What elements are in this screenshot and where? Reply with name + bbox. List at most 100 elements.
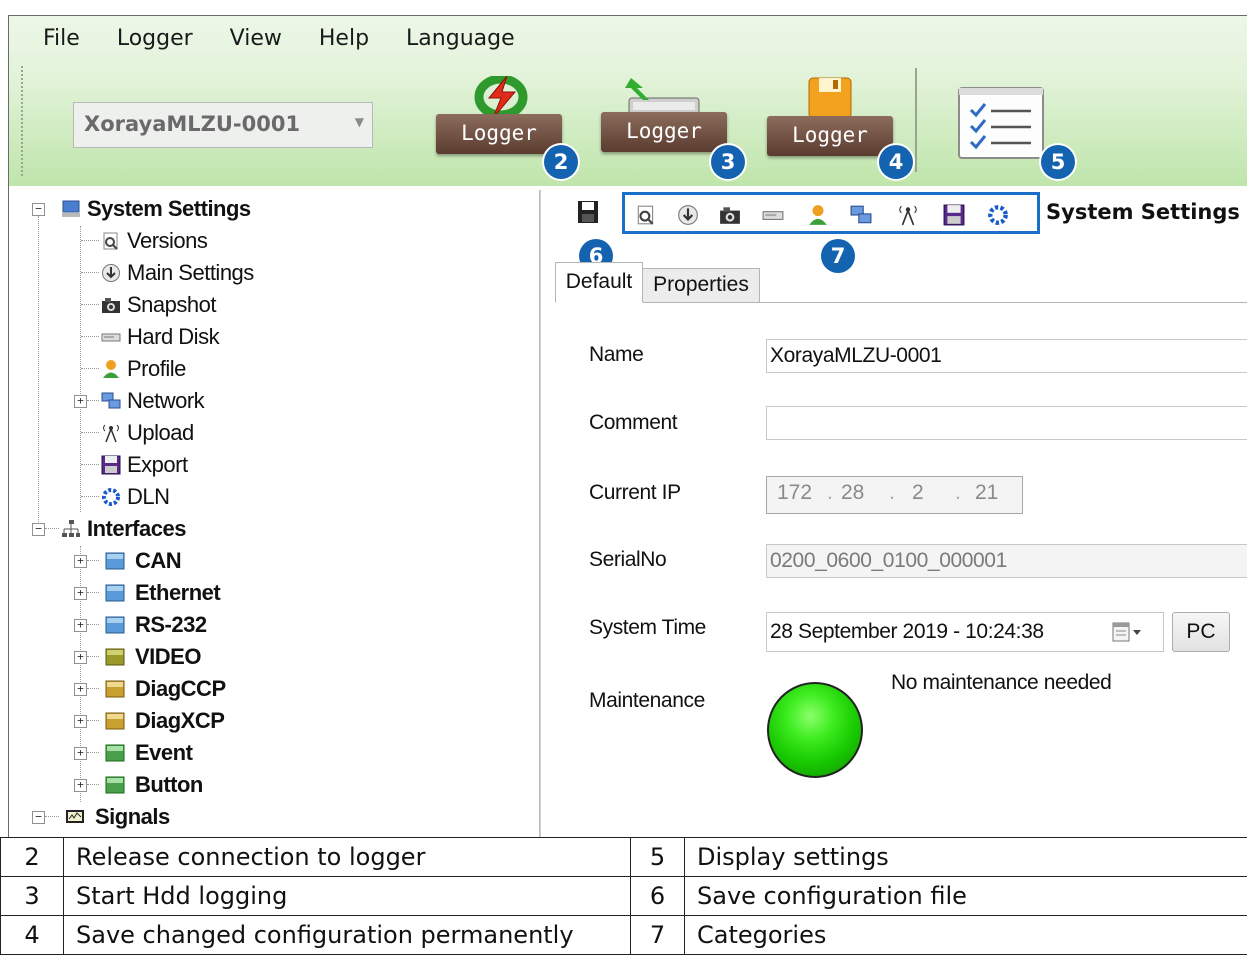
comment-field[interactable] — [766, 406, 1247, 440]
tree-item-versions[interactable]: Versions — [101, 226, 208, 256]
interface-green-icon — [105, 744, 125, 762]
ip-octet: 28 — [841, 481, 865, 504]
tree-item-profile[interactable]: Profile — [101, 354, 186, 384]
logger-app-window: File Logger View Help Language XorayaMLZ… — [8, 15, 1247, 838]
tree-item-ethernet[interactable]: Ethernet — [101, 578, 221, 608]
display-settings-button[interactable] — [957, 86, 1047, 162]
expand-ethernet[interactable]: + — [74, 587, 87, 600]
start-hdd-logging-label: Logger — [626, 119, 702, 143]
tree-item-snapshot[interactable]: Snapshot — [101, 290, 216, 320]
ip-octet: 172 — [777, 481, 813, 504]
hierarchy-icon — [62, 520, 80, 537]
start-hdd-logging-button[interactable]: Logger — [601, 76, 731, 156]
expand-can[interactable]: + — [74, 555, 87, 568]
tab-properties[interactable]: Properties — [643, 268, 760, 302]
expand-event[interactable]: + — [74, 747, 87, 760]
camera-icon[interactable] — [719, 204, 741, 226]
menu-file[interactable]: File — [43, 26, 80, 51]
expand-video[interactable]: + — [74, 651, 87, 664]
tree-item-system-settings[interactable]: System Settings — [61, 194, 251, 224]
tree-item-diagxcp[interactable]: DiagXCP — [101, 706, 225, 736]
expand-button[interactable]: + — [74, 779, 87, 792]
legend-table: 2 Release connection to logger 5 Display… — [0, 837, 1247, 955]
interface-green-icon — [105, 776, 125, 794]
tree-item-rs232[interactable]: RS-232 — [101, 610, 207, 640]
tree-item-export[interactable]: Export — [101, 450, 188, 480]
save-configuration-file-button[interactable] — [577, 200, 599, 224]
legend-number: 3 — [0, 876, 64, 916]
interface-gold-icon — [105, 680, 125, 698]
toolbar-grip — [21, 66, 26, 176]
download-circle-icon[interactable] — [677, 204, 699, 226]
signals-monitor-icon — [66, 810, 84, 823]
calendar-dropdown-icon[interactable] — [1110, 619, 1144, 645]
chevron-down-icon: ▼ — [354, 115, 364, 129]
gear-icon[interactable] — [987, 204, 1009, 226]
serial-field: 0200_0600_0100_000001 — [766, 544, 1247, 578]
collapse-system-settings[interactable]: − — [32, 203, 45, 216]
menu-view[interactable]: View — [230, 26, 282, 51]
maintenance-label: Maintenance — [589, 689, 705, 712]
tree-item-network[interactable]: Network — [101, 386, 205, 416]
menu-language[interactable]: Language — [406, 26, 515, 51]
floppy-disk-icon — [101, 455, 121, 475]
panel-title: System Settings — [1046, 200, 1240, 224]
callout-badge-4: 4 — [879, 145, 913, 179]
tree-item-hard-disk[interactable]: Hard Disk — [101, 322, 220, 352]
device-select[interactable]: XorayaMLZU-0001 ▼ — [73, 102, 373, 148]
interface-blue-icon — [105, 616, 125, 634]
tree-item-event[interactable]: Event — [101, 738, 193, 768]
collapse-signals[interactable]: − — [32, 811, 45, 824]
release-connection-button[interactable]: Logger — [436, 76, 566, 156]
name-field[interactable]: XorayaMLZU-0001 — [766, 339, 1247, 373]
table-row: 4 Save changed configuration permanently… — [0, 915, 1247, 955]
maintenance-status-text: No maintenance needed — [891, 671, 1112, 694]
collapse-interfaces[interactable]: − — [32, 523, 45, 536]
legend-number: 6 — [630, 876, 685, 916]
serial-label: SerialNo — [589, 548, 667, 571]
tree-item-upload[interactable]: Upload — [101, 418, 194, 448]
expand-rs232[interactable]: + — [74, 619, 87, 632]
tree-item-main-settings[interactable]: Main Settings — [101, 258, 254, 288]
tree-item-video[interactable]: VIDEO — [101, 642, 201, 672]
tree-item-dln[interactable]: DLN — [101, 482, 170, 512]
legend-description: Save configuration file — [684, 876, 1247, 916]
navigation-tree: − System Settings Versions Main Settings… — [9, 190, 540, 838]
computer-icon — [62, 200, 80, 217]
tab-default[interactable]: Default — [555, 262, 643, 303]
set-pc-time-button[interactable]: PC — [1172, 612, 1230, 652]
tree-item-signals[interactable]: Signals — [61, 802, 170, 832]
current-ip-field: 172 . 28 . 2 . 21 — [766, 476, 1023, 514]
user-profile-icon[interactable] — [807, 204, 829, 226]
network-icon[interactable] — [850, 204, 872, 226]
callout-badge-5: 5 — [1041, 145, 1075, 179]
tree-item-diagccp[interactable]: DiagCCP — [101, 674, 226, 704]
expand-network[interactable]: + — [74, 395, 87, 408]
table-row: 2 Release connection to logger 5 Display… — [0, 837, 1247, 877]
hard-disk-icon[interactable] — [762, 204, 784, 226]
menu-help[interactable]: Help — [319, 26, 369, 51]
tree-item-button[interactable]: Button — [101, 770, 203, 800]
settings-form: Name XorayaMLZU-0001 Comment Current IP … — [555, 303, 1247, 838]
floppy-disk-icon[interactable] — [943, 204, 965, 226]
save-configuration-permanently-label: Logger — [792, 123, 868, 147]
network-icon — [101, 392, 121, 409]
save-configuration-permanently-button[interactable]: Logger — [767, 76, 897, 156]
comment-label: Comment — [589, 411, 678, 434]
floppy-save-icon — [808, 77, 852, 119]
menu-logger[interactable]: Logger — [117, 26, 193, 51]
tree-item-can[interactable]: CAN — [101, 546, 182, 576]
magnifier-icon[interactable] — [635, 204, 657, 226]
legend-description: Start Hdd logging — [63, 876, 631, 916]
expand-diagxcp[interactable]: + — [74, 715, 87, 728]
legend-description: Display settings — [684, 837, 1247, 877]
antenna-icon[interactable] — [897, 204, 919, 226]
system-time-field[interactable]: 28 September 2019 - 10:24:38 — [766, 612, 1164, 652]
interface-blue-icon — [105, 552, 125, 570]
callout-badge-3: 3 — [711, 145, 745, 179]
categories-toolbar-group — [622, 192, 1040, 234]
tree-item-interfaces[interactable]: Interfaces — [61, 514, 186, 544]
ip-octet: 21 — [975, 481, 999, 504]
interface-blue-icon — [105, 584, 125, 602]
expand-diagccp[interactable]: + — [74, 683, 87, 696]
